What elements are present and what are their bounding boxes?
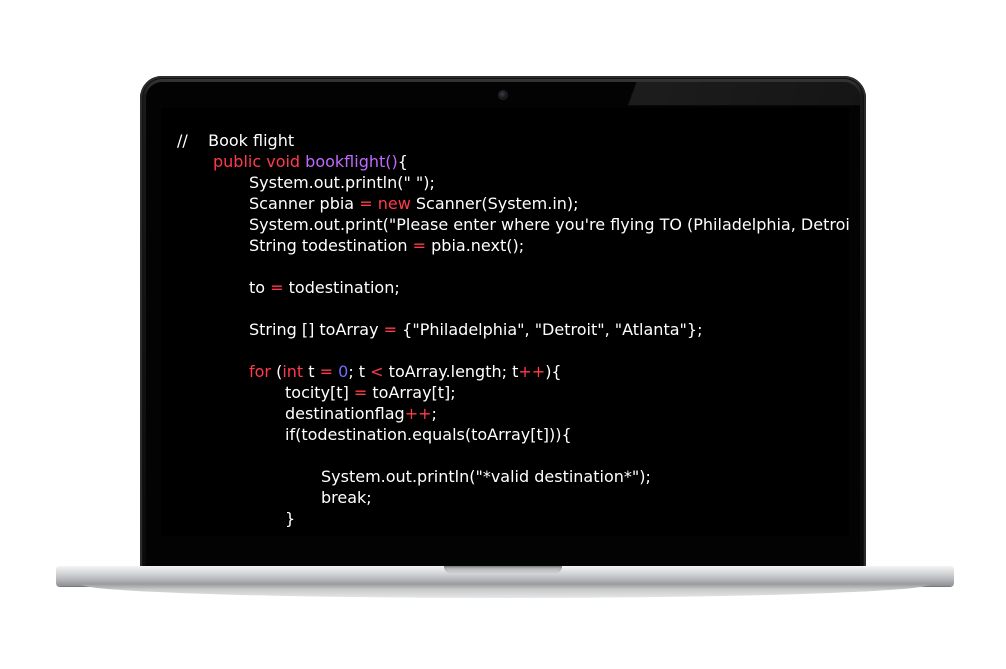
- code-line[interactable]: for (int t = 0; t < toArray.length; t++)…: [249, 361, 562, 382]
- code-editor[interactable]: // Book flight public void bookflight(){S…: [161, 108, 849, 536]
- code-token: new: [377, 194, 411, 213]
- code-token: System.out.println(" ");: [249, 173, 435, 192]
- webcam-icon: [498, 90, 508, 100]
- code-token: ++: [518, 362, 546, 381]
- code-token: ;: [431, 404, 437, 423]
- laptop-base-shadow: [80, 584, 930, 598]
- code-line[interactable]: System.out.println("*valid destination*"…: [321, 466, 651, 487]
- code-token: bookflight(): [305, 152, 398, 171]
- code-token: Scanner pbia: [249, 194, 360, 213]
- code-token: System.out.println("*valid destination*"…: [321, 467, 651, 486]
- code-token: System.out.print("Please enter where you…: [249, 215, 849, 234]
- code-token: ){: [545, 362, 562, 381]
- code-token: =: [412, 236, 427, 255]
- code-token: 0: [338, 362, 349, 381]
- code-token: toArray[t];: [367, 383, 456, 402]
- code-token: }: [285, 509, 296, 528]
- code-line[interactable]: tocity[t] = toArray[t];: [285, 382, 456, 403]
- code-line[interactable]: destinationflag++;: [285, 403, 437, 424]
- code-token: Scanner(System.in);: [410, 194, 579, 213]
- code-line[interactable]: // Book flight: [177, 130, 294, 151]
- code-line[interactable]: String todestination = pbia.next();: [249, 235, 524, 256]
- code-line[interactable]: System.out.print("Please enter where you…: [249, 214, 849, 235]
- code-token: ; t: [348, 362, 371, 381]
- code-line[interactable]: }: [285, 508, 295, 529]
- code-token: pbia.next();: [426, 236, 525, 255]
- code-line[interactable]: break;: [321, 487, 372, 508]
- code-token: int: [282, 362, 304, 381]
- code-token: t: [303, 362, 320, 381]
- code-token: for: [249, 362, 271, 381]
- code-line[interactable]: public void bookflight(){: [213, 151, 408, 172]
- code-token: if(todestination.equals(toArray[t])){: [285, 425, 572, 444]
- code-token: =: [319, 362, 334, 381]
- code-token: {: [397, 152, 408, 171]
- code-token: ++: [404, 404, 432, 423]
- code-line[interactable]: to = todestination;: [249, 277, 400, 298]
- code-token: tocity[t]: [285, 383, 354, 402]
- laptop-screen: // Book flight public void bookflight(){S…: [161, 108, 849, 536]
- code-token: String [] toArray: [249, 320, 384, 339]
- code-token: break;: [321, 488, 372, 507]
- code-token: (: [271, 362, 283, 381]
- code-line[interactable]: System.out.println(" ");: [249, 172, 435, 193]
- code-token: {"Philadelphia", "Detroit", "Atlanta"};: [397, 320, 703, 339]
- code-line[interactable]: if(todestination.equals(toArray[t])){: [285, 424, 572, 445]
- code-token: // Book flight: [177, 131, 295, 150]
- code-token: to: [249, 278, 271, 297]
- lid-opening-notch: [444, 566, 562, 573]
- code-token: todestination;: [283, 278, 400, 297]
- code-token: <: [370, 362, 384, 381]
- code-token: destinationflag: [285, 404, 405, 423]
- code-token: =: [270, 278, 284, 297]
- code-token: toArray.length; t: [383, 362, 519, 381]
- code-token: =: [383, 320, 398, 339]
- code-line[interactable]: String [] toArray = {"Philadelphia", "De…: [249, 319, 702, 340]
- code-line[interactable]: Scanner pbia = new Scanner(System.in);: [249, 193, 579, 214]
- code-token: public void: [213, 152, 306, 171]
- code-token: =: [353, 383, 368, 402]
- code-token: =: [359, 194, 373, 213]
- code-token: String todestination: [249, 236, 413, 255]
